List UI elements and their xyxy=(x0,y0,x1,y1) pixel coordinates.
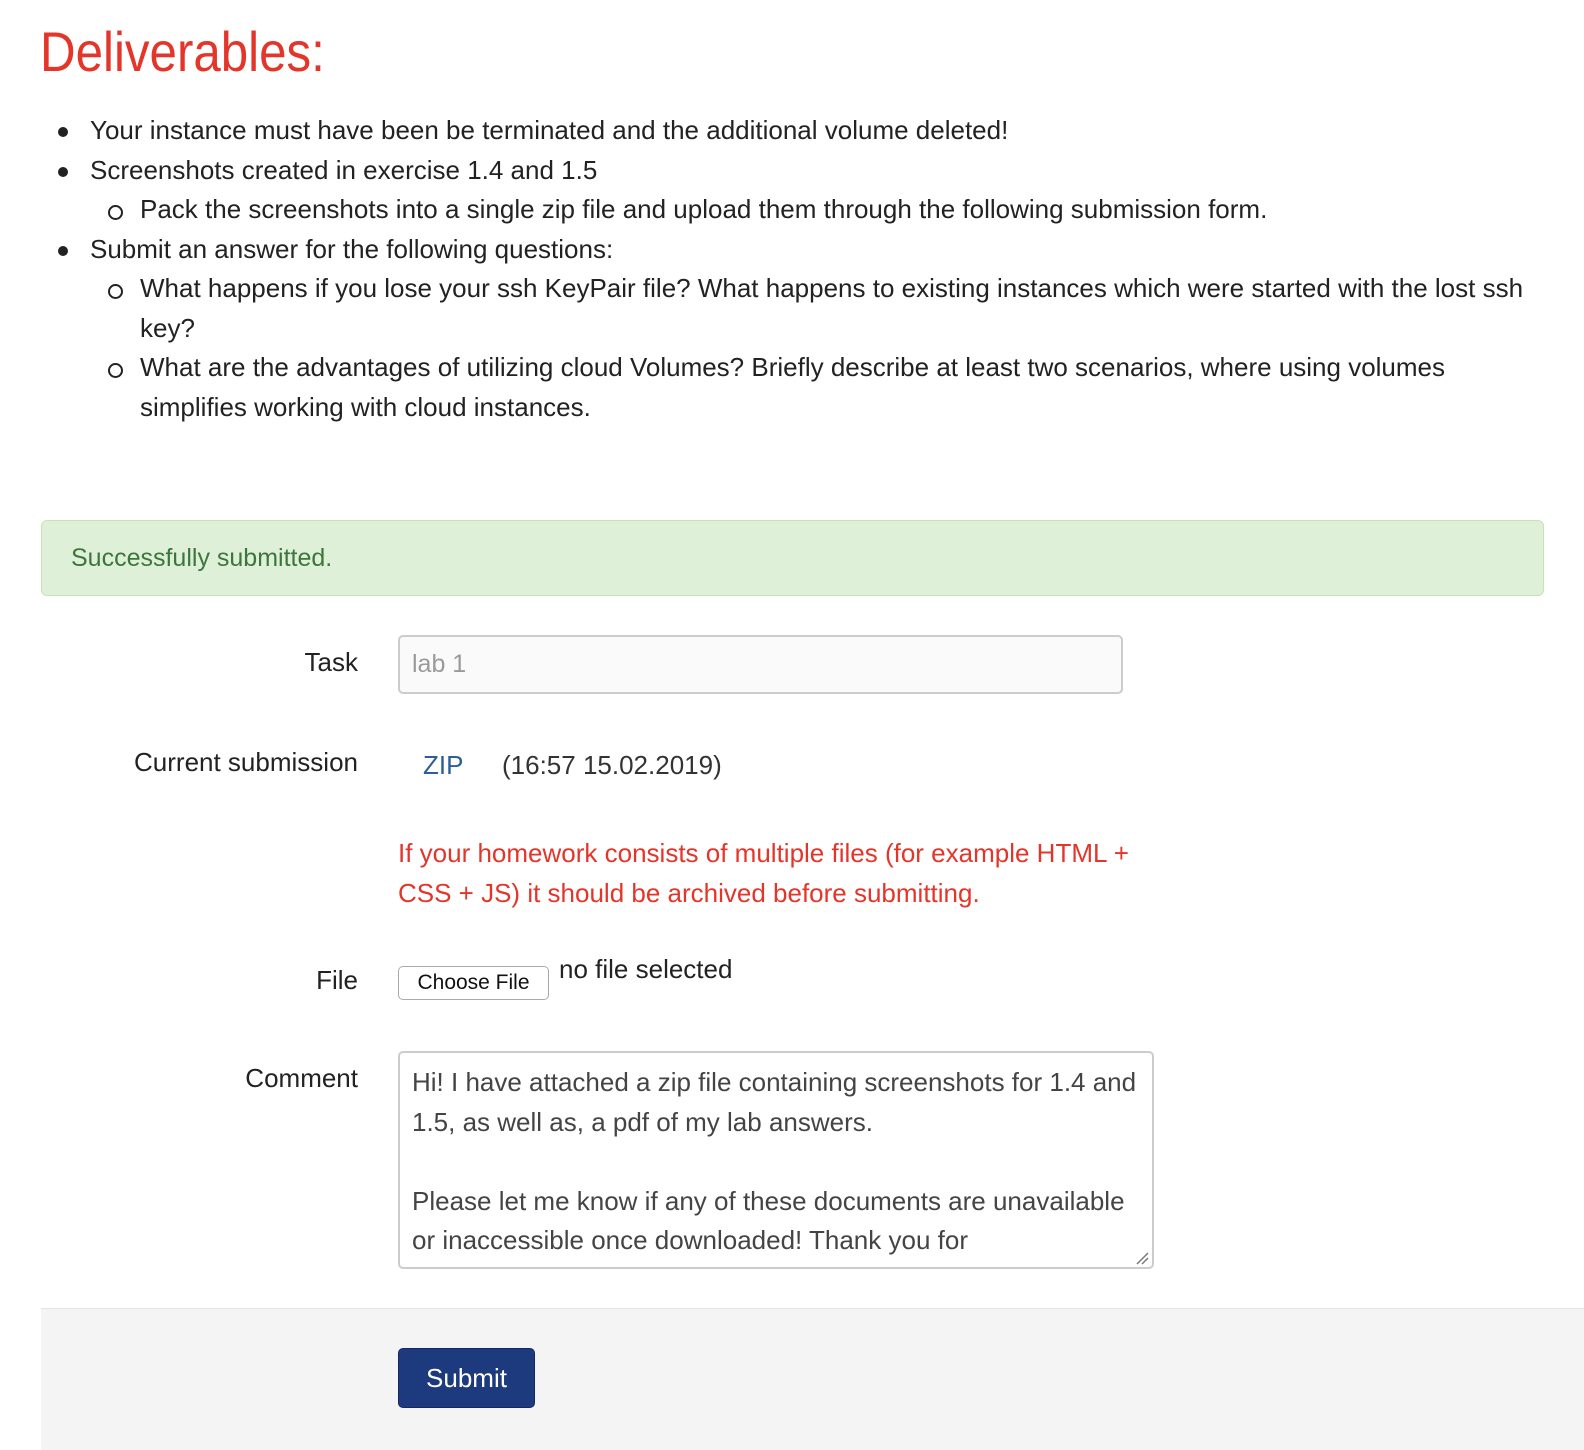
success-alert-text: Successfully submitted. xyxy=(71,544,333,572)
comment-label: Comment xyxy=(245,1063,358,1093)
comment-textarea[interactable]: Hi! I have attached a zip file containin… xyxy=(398,1051,1154,1269)
sub-list-item-text: What happens if you lose your ssh KeyPai… xyxy=(140,273,1524,343)
submit-button[interactable]: Submit xyxy=(398,1348,535,1408)
current-submission-label: Current submission xyxy=(134,747,358,777)
list-item-text: Screenshots created in exercise 1.4 and … xyxy=(90,154,598,185)
list-item: Your instance must have been be terminat… xyxy=(40,111,1540,151)
sub-list-item: What are the advantages of utilizing clo… xyxy=(90,348,1540,427)
list-item: Submit an answer for the following quest… xyxy=(40,230,1540,428)
archive-warning: If your homework consists of multiple fi… xyxy=(398,838,1129,908)
file-label: File xyxy=(316,965,358,995)
choose-file-button[interactable]: Choose File xyxy=(398,966,549,1000)
page: Deliverables: Your instance must have be… xyxy=(0,0,1584,1450)
task-label: Task xyxy=(304,647,358,677)
list-item-text: Your instance must have been be terminat… xyxy=(90,115,1009,145)
page-title: Deliverables: xyxy=(40,20,325,83)
sub-list-item: Pack the screenshots into a single zip f… xyxy=(90,190,1540,230)
sub-list-item: What happens if you lose your ssh KeyPai… xyxy=(90,269,1540,348)
file-status: no file selected xyxy=(559,954,733,984)
submission-download-link[interactable]: ZIP xyxy=(423,747,463,783)
resize-grip-icon[interactable] xyxy=(1135,1251,1149,1265)
deliverables-list: Your instance must have been be terminat… xyxy=(40,111,1540,427)
submission-date: (16:57 15.02.2019) xyxy=(502,750,722,780)
success-alert: Successfully submitted. xyxy=(41,520,1544,596)
task-field[interactable]: lab 1 xyxy=(398,635,1123,694)
form-actions-bar xyxy=(41,1308,1584,1450)
sub-list-item-text: Pack the screenshots into a single zip f… xyxy=(140,194,1268,224)
sub-list-item-text: What are the advantages of utilizing clo… xyxy=(140,352,1446,422)
list-item-text: Submit an answer for the following quest… xyxy=(90,233,614,264)
list-item: Screenshots created in exercise 1.4 and … xyxy=(40,151,1540,230)
